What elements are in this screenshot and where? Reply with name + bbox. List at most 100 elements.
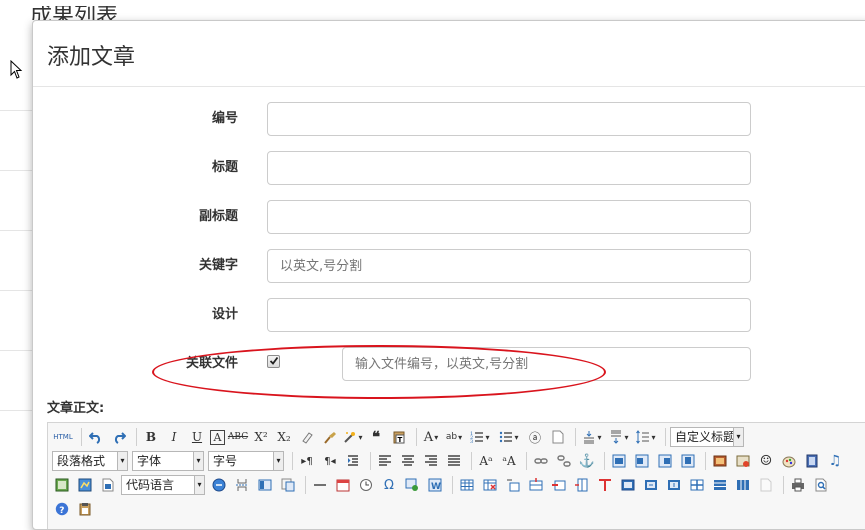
editor-toolbar-row: ?: [52, 498, 98, 520]
format-brush-icon[interactable]: [320, 427, 340, 447]
insert-row-icon[interactable]: [526, 475, 546, 495]
design-input[interactable]: [267, 298, 751, 332]
delete-col-icon[interactable]: [595, 475, 615, 495]
merge-right-icon[interactable]: [641, 475, 661, 495]
number-input[interactable]: [267, 102, 751, 136]
underline-icon[interactable]: U: [187, 427, 207, 447]
code-language-select[interactable]: 代码语言 ▾: [121, 475, 205, 495]
print-icon[interactable]: [788, 475, 808, 495]
rtl-icon[interactable]: ¶◂: [320, 451, 340, 471]
insert-paragraph-before-table-icon[interactable]: [503, 475, 523, 495]
eraser-icon[interactable]: [297, 427, 317, 447]
at-icon[interactable]: ⓐ: [525, 427, 545, 447]
unlink-icon[interactable]: [554, 451, 574, 471]
strikethrough-icon[interactable]: ABC: [228, 427, 248, 447]
anchor-icon[interactable]: ⚓: [577, 451, 597, 471]
word-image-icon[interactable]: W: [425, 475, 445, 495]
insert-image-icon[interactable]: [733, 451, 753, 471]
align-justify-icon[interactable]: [444, 451, 464, 471]
paste-text-icon[interactable]: T: [389, 427, 409, 447]
delete-table-icon[interactable]: [480, 475, 500, 495]
touppercase-icon[interactable]: Aᵃ: [476, 451, 496, 471]
table-divider: [0, 410, 32, 411]
link-icon[interactable]: [531, 451, 551, 471]
row-spacing-bottom-icon[interactable]: ▾: [607, 427, 631, 447]
image-right-icon[interactable]: [655, 451, 675, 471]
insert-video-icon[interactable]: [802, 451, 822, 471]
music-icon[interactable]: ♫: [825, 451, 845, 471]
time-icon[interactable]: [356, 475, 376, 495]
web-app-icon[interactable]: [209, 475, 229, 495]
scrawl-icon[interactable]: [779, 451, 799, 471]
merge-cells-icon[interactable]: [618, 475, 638, 495]
merge-down-icon[interactable]: [664, 475, 684, 495]
blockquote-icon[interactable]: ❝: [366, 427, 386, 447]
horizontal-rule-icon[interactable]: [310, 475, 330, 495]
background-icon[interactable]: [278, 475, 298, 495]
snapscreen-icon[interactable]: [402, 475, 422, 495]
body-label: 文章正文:: [47, 401, 105, 416]
ordered-list-icon[interactable]: 1 2 3 ▾: [467, 427, 493, 447]
dialog-title: 添加文章: [47, 45, 136, 70]
background-color-icon[interactable]: ab ▾: [444, 427, 464, 447]
align-left-icon[interactable]: [375, 451, 395, 471]
italic-icon[interactable]: I: [164, 427, 184, 447]
tolowercase-icon[interactable]: ᵃA: [499, 451, 519, 471]
attachment-icon[interactable]: [52, 475, 72, 495]
row-spacing-top-icon[interactable]: ▾: [580, 427, 604, 447]
date-icon[interactable]: [333, 475, 353, 495]
toolbar-separator: [783, 476, 784, 494]
indent-icon[interactable]: [343, 451, 363, 471]
redo-icon[interactable]: [109, 427, 129, 447]
font-family-select[interactable]: 字体 ▾: [132, 451, 204, 471]
delete-row-icon[interactable]: [549, 475, 569, 495]
preview-icon[interactable]: [811, 475, 831, 495]
subtitle-input[interactable]: [267, 200, 751, 234]
title-input[interactable]: [267, 151, 751, 185]
align-right-icon[interactable]: [421, 451, 441, 471]
auto-format-icon[interactable]: ▾: [343, 427, 363, 447]
keywords-input[interactable]: [267, 249, 751, 283]
field-label: 关联文件: [185, 356, 238, 371]
split-to-cols-icon[interactable]: [733, 475, 753, 495]
svg-text:T: T: [398, 436, 403, 444]
undo-icon[interactable]: [86, 427, 106, 447]
bold-icon[interactable]: B: [141, 427, 161, 447]
unordered-list-icon[interactable]: ▾: [496, 427, 522, 447]
paragraph-format-select[interactable]: 段落格式 ▾: [52, 451, 128, 471]
special-chars-icon[interactable]: Ω: [379, 475, 399, 495]
blank-page-icon[interactable]: [548, 427, 568, 447]
simple-upload-icon[interactable]: [710, 451, 730, 471]
font-size-select[interactable]: 字号 ▾: [208, 451, 284, 471]
charts-icon[interactable]: [756, 475, 776, 495]
align-center-icon[interactable]: [398, 451, 418, 471]
image-left-icon[interactable]: [632, 451, 652, 471]
form-row-related-files: 关联文件: [33, 347, 865, 381]
svg-text:?: ?: [59, 506, 64, 516]
map-icon[interactable]: [75, 475, 95, 495]
custom-title-select[interactable]: 自定义标题 ▾: [670, 427, 744, 447]
insert-table-icon[interactable]: [457, 475, 477, 495]
template-icon[interactable]: [255, 475, 275, 495]
html-source-button[interactable]: HTML: [52, 427, 74, 447]
font-border-icon[interactable]: A: [210, 429, 225, 445]
image-center-icon[interactable]: [678, 451, 698, 471]
line-height-icon[interactable]: ▾: [634, 427, 658, 447]
superscript-icon[interactable]: X²: [251, 427, 271, 447]
help-icon[interactable]: ?: [52, 499, 72, 519]
checkmark-icon: [269, 356, 279, 365]
page-break-icon[interactable]: [232, 475, 252, 495]
insert-col-icon[interactable]: [572, 475, 592, 495]
subscript-icon[interactable]: X₂: [274, 427, 294, 447]
split-to-rows-icon[interactable]: [710, 475, 730, 495]
image-none-icon[interactable]: [609, 451, 629, 471]
related-files-checkbox[interactable]: [267, 355, 280, 368]
drafts-icon[interactable]: [75, 499, 95, 519]
gmap-icon[interactable]: [98, 475, 118, 495]
split-to-cells-icon[interactable]: [687, 475, 707, 495]
ltr-icon[interactable]: ▸¶: [297, 451, 317, 471]
font-color-icon[interactable]: A ▾: [421, 427, 441, 447]
rich-text-editor: HTML B I U A ABC X² X₂ ▾ ❝ T A ▾ ab ▾ 1 2 3 ▾…: [47, 422, 865, 529]
related-files-input[interactable]: [342, 347, 751, 381]
emotion-icon[interactable]: ☺: [756, 451, 776, 471]
